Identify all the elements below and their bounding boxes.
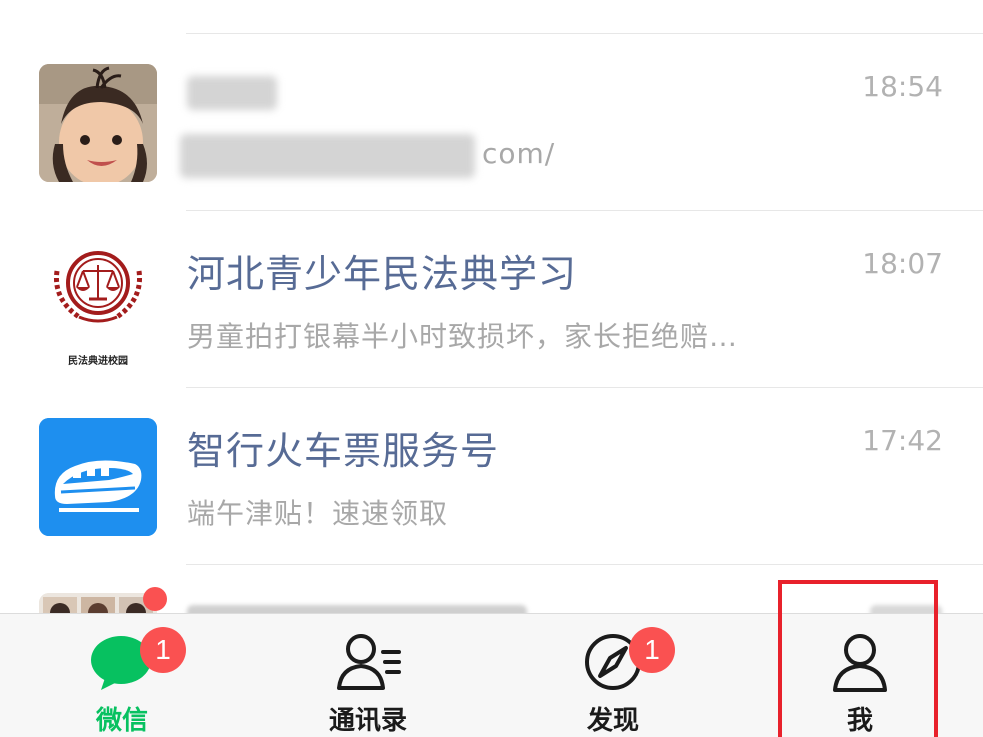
- tab-me[interactable]: 我: [790, 614, 930, 737]
- tab-label: 通讯录: [328, 706, 407, 736]
- logo-caption: 民法典进校园: [68, 356, 128, 367]
- chat-preview: 端午津贴！速速领取: [187, 497, 449, 530]
- chat-preview: 男童拍打银幕半小时致损坏，家长拒绝赔…: [187, 320, 739, 353]
- tab-label: 发现: [586, 706, 639, 736]
- redacted-name: [187, 76, 277, 110]
- chat-preview: com/: [482, 137, 556, 170]
- unread-badge: 1: [140, 627, 186, 673]
- chat-time: 18:54: [862, 70, 943, 103]
- tab-label: 微信: [95, 706, 148, 736]
- chat-title: 河北青少年民法典学习: [187, 252, 578, 296]
- train-logo: [39, 418, 157, 536]
- tab-label: 我: [846, 706, 873, 736]
- chat-item[interactable]: com/ 18:54: [0, 34, 983, 211]
- child-photo-image: [39, 64, 157, 182]
- tab-contacts[interactable]: 通讯录: [298, 614, 438, 737]
- chat-time: 17:42: [862, 424, 943, 457]
- tab-chats[interactable]: 1 微信: [52, 614, 192, 737]
- avatar: [39, 64, 157, 182]
- wechat-screen: com/ 18:54 民法典进校园 河北青少年民法典学习 男童拍打银幕半小时致损…: [0, 0, 983, 737]
- chat-item[interactable]: 智行火车票服务号 端午津贴！速速领取 17:42: [0, 388, 983, 565]
- chat-item[interactable]: 民法典进校园 河北青少年民法典学习 男童拍打银幕半小时致损坏，家长拒绝赔… 18…: [0, 211, 983, 388]
- contacts-icon: [333, 632, 403, 692]
- person-icon: [825, 632, 895, 692]
- tab-discover[interactable]: 1 发现: [543, 614, 683, 737]
- chat-time: 18:07: [862, 247, 943, 280]
- chat-title: 智行火车票服务号: [187, 429, 500, 473]
- unread-dot: [143, 587, 167, 611]
- redacted-preview: [180, 134, 475, 178]
- tab-bar: 1 微信 通讯录 1 发现 我: [0, 613, 983, 737]
- civil-code-logo: [39, 241, 157, 359]
- unread-badge: 1: [629, 627, 675, 673]
- avatar: [39, 241, 157, 359]
- avatar: [39, 418, 157, 536]
